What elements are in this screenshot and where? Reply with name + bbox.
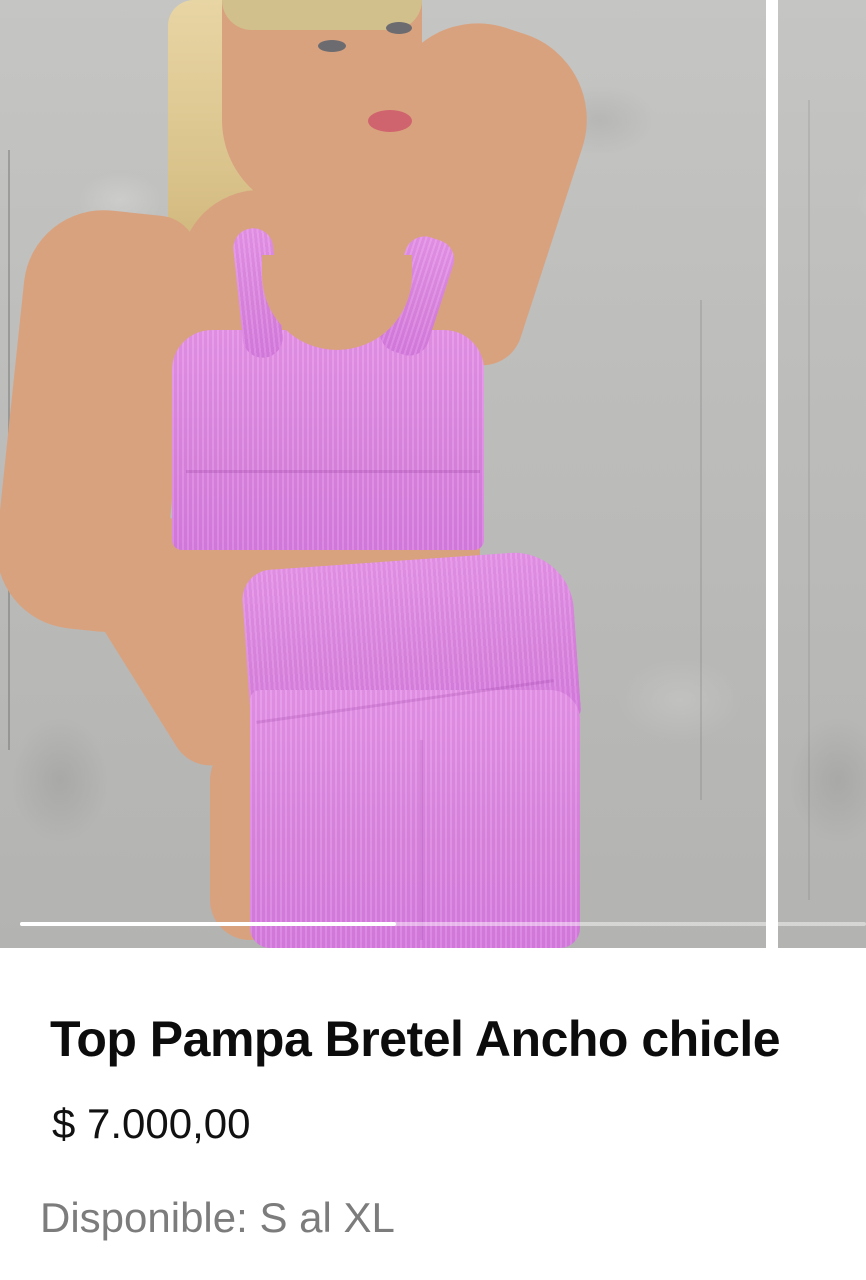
product-availability: Disponible: S al XL bbox=[40, 1194, 395, 1241]
product-price: $ 7.000,00 bbox=[52, 1100, 251, 1147]
product-title: Top Pampa Bretel Ancho chicle bbox=[50, 1011, 781, 1067]
product-image-carousel[interactable] bbox=[0, 0, 866, 948]
carousel-progress-bar bbox=[20, 922, 866, 926]
carousel-progress-fill bbox=[20, 922, 397, 926]
product-photo-main[interactable] bbox=[0, 0, 766, 948]
product-photo-next[interactable] bbox=[778, 0, 866, 948]
